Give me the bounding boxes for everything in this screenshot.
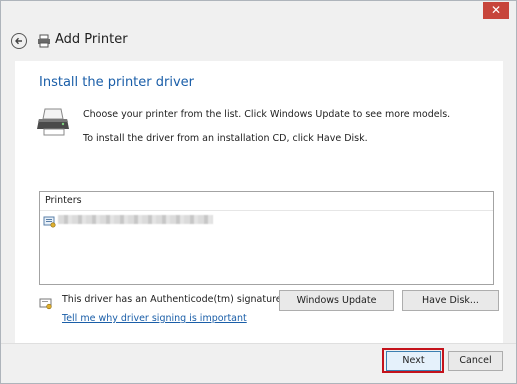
have-disk-button[interactable]: Have Disk... xyxy=(402,290,499,311)
printer-large-icon xyxy=(37,107,71,141)
window-header: Add Printer xyxy=(9,31,309,53)
signature-status-text: This driver has an Authenticode(tm) sign… xyxy=(62,294,285,305)
list-header-label: Printers xyxy=(45,195,82,206)
description-choose-printer: Choose your printer from the list. Click… xyxy=(83,109,451,120)
printer-name-obscured xyxy=(58,215,213,224)
content-panel: Install the printer driver Choose your p… xyxy=(15,61,503,343)
add-printer-window: ✕ Add Printer Install the printer driver xyxy=(0,0,517,384)
printer-icon xyxy=(37,33,51,52)
windows-update-button[interactable]: Windows Update xyxy=(279,290,394,311)
list-column-header[interactable]: Printers xyxy=(40,192,493,211)
printer-listbox[interactable]: Printers xyxy=(39,191,494,285)
certificate-icon xyxy=(39,295,53,314)
cancel-button[interactable]: Cancel xyxy=(448,351,503,371)
back-button[interactable] xyxy=(11,33,27,49)
page-heading: Install the printer driver xyxy=(39,75,194,90)
driver-signing-link[interactable]: Tell me why driver signing is important xyxy=(62,313,247,324)
close-button[interactable]: ✕ xyxy=(483,2,509,19)
list-item[interactable] xyxy=(43,213,243,228)
footer-divider xyxy=(1,343,516,344)
printer-driver-icon xyxy=(43,213,56,232)
description-have-disk: To install the driver from an installati… xyxy=(83,133,368,144)
back-arrow-icon xyxy=(15,37,22,45)
window-title: Add Printer xyxy=(55,32,128,47)
next-button[interactable]: Next xyxy=(386,351,441,371)
